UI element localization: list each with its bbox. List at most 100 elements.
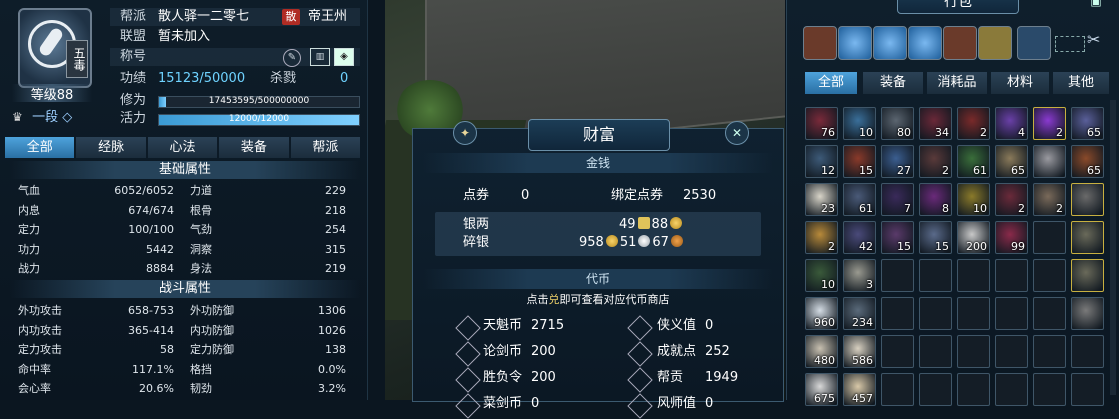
bag-empty-slot[interactable] [995,373,1028,406]
tab-meridian[interactable]: 经脉 [76,137,146,158]
gear-icon[interactable]: ✦ [453,121,477,145]
bag-item-slot[interactable] [1033,145,1066,178]
sort-icon[interactable] [1017,26,1051,60]
bag-item-slot[interactable]: 3 [843,259,876,292]
exchange-icon[interactable] [455,341,481,367]
bag-empty-slot[interactable] [957,259,990,292]
bag-item-slot[interactable] [1071,183,1104,216]
bag-item-slot[interactable]: 15 [843,145,876,178]
bag-item-slot[interactable]: 12 [805,145,838,178]
bag-empty-slot[interactable] [881,373,914,406]
bag-item-slot[interactable]: 34 [919,107,952,140]
bag-pouch-icon[interactable] [803,26,837,60]
bag-item-slot[interactable]: 234 [843,297,876,330]
bag-tab-all[interactable]: 全部 [805,72,857,94]
guild-value[interactable]: 散人驿一二零七 [158,8,249,26]
bag-pouch-icon[interactable] [978,26,1012,60]
bag-item-slot[interactable]: 675 [805,373,838,406]
bag-item-slot[interactable]: 586 [843,335,876,368]
bag-item-slot[interactable]: 10 [843,107,876,140]
bag-blue-orb-icon[interactable] [838,26,872,60]
bag-tab-consumables[interactable]: 消耗品 [927,72,987,94]
bag-empty-slot[interactable] [957,373,990,406]
bag-item-slot[interactable] [1071,259,1104,292]
barcode-icon[interactable]: ▥ [310,48,330,66]
exchange-icon[interactable] [455,367,481,393]
tab-guild[interactable]: 帮派 [290,137,361,158]
bag-item-slot[interactable]: 65 [995,145,1028,178]
bag-item-slot[interactable]: 480 [805,335,838,368]
exchange-icon[interactable] [455,315,481,341]
bag-item-slot[interactable]: 960 [805,297,838,330]
bag-item-slot[interactable]: 42 [843,221,876,254]
tab-equipment[interactable]: 装备 [219,137,289,158]
bag-empty-slot[interactable] [1033,221,1066,254]
share-icon[interactable]: ◈ [334,48,354,66]
bag-empty-slot[interactable] [1033,259,1066,292]
exchange-icon[interactable] [627,341,653,367]
bag-pouch-icon[interactable] [943,26,977,60]
bag-item-slot[interactable]: 7 [881,183,914,216]
close-icon[interactable]: ✕ [725,121,749,145]
bag-tab-equipment[interactable]: 装备 [863,72,923,94]
bag-item-slot[interactable]: 2 [995,183,1028,216]
bag-item-slot[interactable]: 27 [881,145,914,178]
bag-empty-slot[interactable] [919,259,952,292]
scissors-icon[interactable]: ✂ [1087,30,1100,49]
bag-empty-slot[interactable] [919,297,952,330]
bag-item-slot[interactable]: 61 [843,183,876,216]
bag-item-slot[interactable]: 23 [805,183,838,216]
bag-item-slot[interactable]: 8 [919,183,952,216]
bag-tab-materials[interactable]: 材料 [991,72,1049,94]
bag-item-slot[interactable]: 10 [805,259,838,292]
bag-empty-slot[interactable] [957,335,990,368]
bag-item-slot[interactable]: 76 [805,107,838,140]
bag-item-slot[interactable] [1071,221,1104,254]
bag-empty-slot[interactable] [881,335,914,368]
bag-item-slot[interactable]: 10 [957,183,990,216]
bag-item-slot[interactable]: 65 [1071,107,1104,140]
bag-empty-slot[interactable] [995,259,1028,292]
bag-item-slot[interactable]: 15 [881,221,914,254]
bag-empty-slot[interactable] [995,297,1028,330]
bag-blue-orb-icon[interactable] [873,26,907,60]
bag-empty-slot[interactable] [995,335,1028,368]
split-icon[interactable] [1055,36,1085,52]
exchange-icon[interactable] [627,367,653,393]
exchange-key[interactable]: 兑 [549,293,560,306]
pen-icon[interactable]: ✎ [283,49,301,67]
bag-item-slot[interactable]: 65 [1071,145,1104,178]
bag-empty-slot[interactable] [1033,373,1066,406]
bag-empty-slot[interactable] [881,259,914,292]
bag-item-slot[interactable]: 80 [881,107,914,140]
bag-item-slot[interactable]: 61 [957,145,990,178]
bag-item-slot[interactable]: 4 [995,107,1028,140]
bag-item-slot[interactable]: 457 [843,373,876,406]
bag-item-slot[interactable]: 2 [1033,183,1066,216]
bag-empty-slot[interactable] [881,297,914,330]
bag-item-slot[interactable]: 2 [1033,107,1066,140]
tab-all[interactable]: 全部 [5,137,75,158]
bag-blue-orb-icon[interactable] [908,26,942,60]
exchange-icon[interactable] [455,393,481,419]
bag-tab-other[interactable]: 其他 [1053,72,1109,94]
bag-item-slot[interactable]: 2 [919,145,952,178]
bag-scrollbar[interactable] [1110,100,1116,395]
bag-item-slot[interactable] [1071,297,1104,330]
tab-skill[interactable]: 心法 [147,137,218,158]
bag-empty-slot[interactable] [957,297,990,330]
bag-item-slot[interactable]: 2 [805,221,838,254]
bag-empty-slot[interactable] [919,373,952,406]
bag-empty-slot[interactable] [1033,335,1066,368]
bag-item-slot[interactable]: 2 [957,107,990,140]
bag-empty-slot[interactable] [919,335,952,368]
bag-empty-slot[interactable] [1033,297,1066,330]
exchange-icon[interactable] [627,315,653,341]
close-icon[interactable]: ▣ [1086,0,1106,12]
bag-item-slot[interactable]: 15 [919,221,952,254]
exchange-icon[interactable] [627,393,653,419]
bag-empty-slot[interactable] [1071,373,1104,406]
bag-item-slot[interactable]: 99 [995,221,1028,254]
bag-empty-slot[interactable] [1071,335,1104,368]
bag-item-slot[interactable]: 200 [957,221,990,254]
